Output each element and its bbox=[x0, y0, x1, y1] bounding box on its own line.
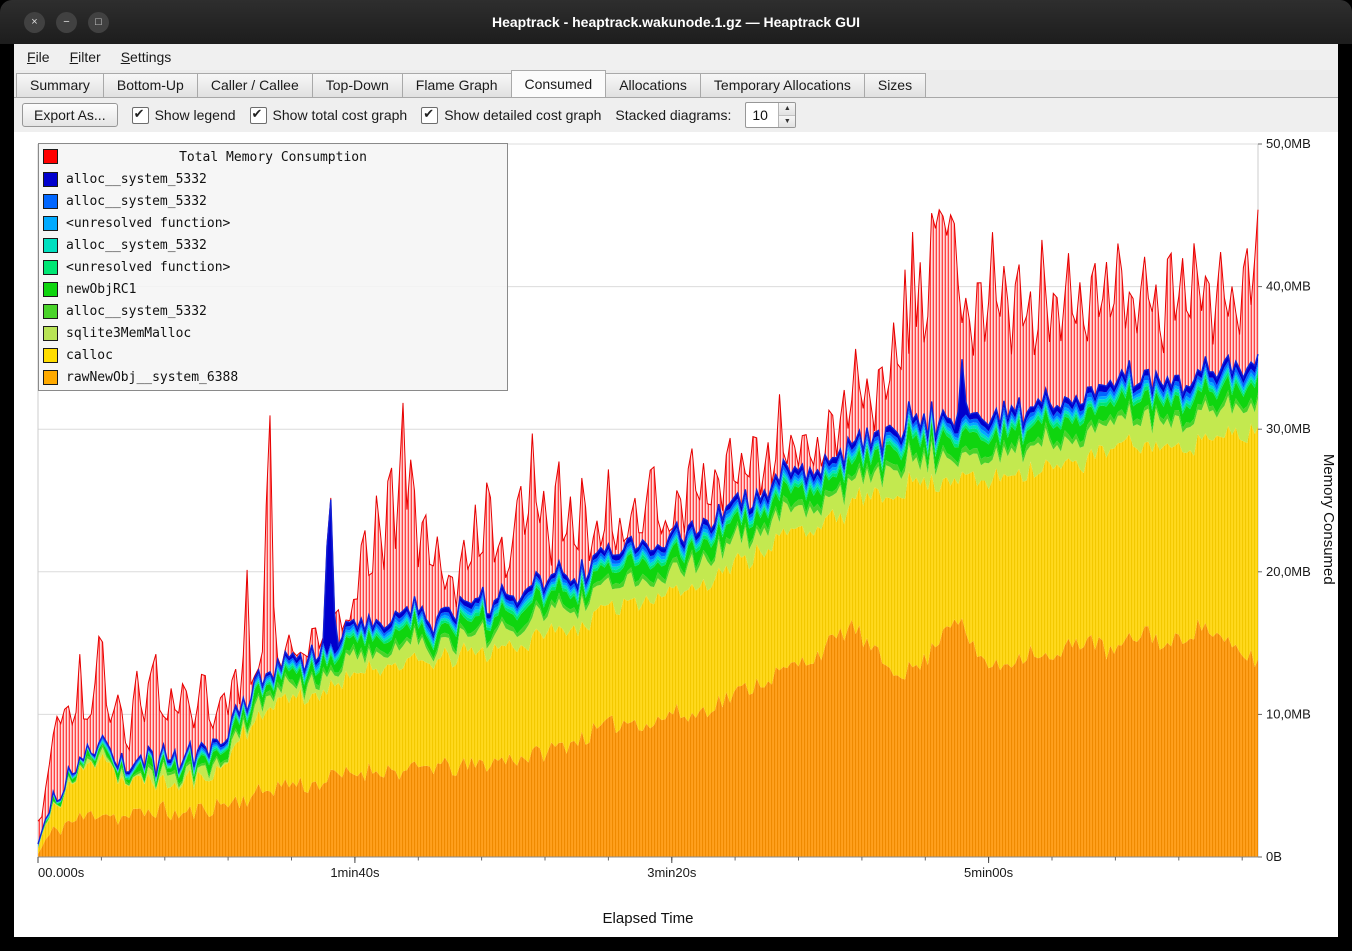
x-tick-label: 3min20s bbox=[647, 865, 697, 880]
checkbox-icon bbox=[132, 107, 149, 124]
checkbox-icon bbox=[421, 107, 438, 124]
menu-settings[interactable]: Settings bbox=[112, 47, 181, 67]
x-tick-label: 5min00s bbox=[964, 865, 1014, 880]
tab-bar: Summary Bottom-Up Caller / Callee Top-Do… bbox=[14, 70, 1338, 98]
export-as-button[interactable]: Export As... bbox=[22, 103, 118, 127]
legend-title-row: Total Memory Consumption bbox=[39, 146, 507, 168]
minimize-button[interactable]: − bbox=[56, 12, 77, 33]
consumed-chart-region: 00.000s 1min40s 3min20s 5min00s 0B 10,0MB 20,0… bbox=[14, 132, 1338, 937]
stacked-diagrams-spinner[interactable]: 10 ▲ ▼ bbox=[745, 102, 796, 128]
heaptrack-window: × − □ Heaptrack - heaptrack.wakunode.1.g… bbox=[0, 0, 1352, 951]
close-icon: × bbox=[31, 17, 37, 28]
legend-row: rawNewObj__system_6388 bbox=[39, 366, 507, 388]
legend-row: alloc__system_5332 bbox=[39, 168, 507, 190]
x-axis: 00.000s 1min40s 3min20s 5min00s bbox=[38, 857, 1258, 880]
legend-swatch bbox=[43, 348, 58, 363]
legend-swatch bbox=[43, 172, 58, 187]
y-tick-label: 40,0MB bbox=[1266, 279, 1311, 294]
legend-swatch bbox=[43, 216, 58, 231]
legend-label: rawNewObj__system_6388 bbox=[66, 370, 238, 385]
checkbox-label: Show legend bbox=[155, 107, 236, 123]
checkbox-show-total-cost-graph[interactable]: Show total cost graph bbox=[250, 107, 408, 124]
legend-swatch bbox=[43, 260, 58, 275]
legend-row: alloc__system_5332 bbox=[39, 190, 507, 212]
legend-label: <unresolved function> bbox=[66, 216, 230, 231]
tab-consumed[interactable]: Consumed bbox=[511, 70, 607, 97]
legend-swatch bbox=[43, 238, 58, 253]
tab-allocations[interactable]: Allocations bbox=[605, 73, 701, 97]
legend-label: alloc__system_5332 bbox=[66, 172, 207, 187]
maximize-icon: □ bbox=[95, 17, 102, 28]
tab-temporary-allocations[interactable]: Temporary Allocations bbox=[700, 73, 865, 97]
window-content: File Filter Settings Summary Bottom-Up C… bbox=[14, 44, 1338, 937]
legend-row: alloc__system_5332 bbox=[39, 300, 507, 322]
menu-filter[interactable]: Filter bbox=[61, 47, 110, 67]
menu-file[interactable]: File bbox=[18, 47, 59, 67]
tab-bottom-up[interactable]: Bottom-Up bbox=[103, 73, 198, 97]
legend-row: calloc bbox=[39, 344, 507, 366]
checkbox-label: Show total cost graph bbox=[273, 107, 408, 123]
x-axis-title: Elapsed Time bbox=[38, 910, 1258, 927]
legend-label: alloc__system_5332 bbox=[66, 304, 207, 319]
legend-swatch bbox=[43, 326, 58, 341]
spin-up-icon[interactable]: ▲ bbox=[779, 103, 795, 116]
legend-label: calloc bbox=[66, 348, 113, 363]
legend-swatch bbox=[43, 282, 58, 297]
x-tick-label: 1min40s bbox=[330, 865, 380, 880]
stacked-diagrams-value: 10 bbox=[746, 103, 778, 127]
tab-top-down[interactable]: Top-Down bbox=[312, 73, 403, 97]
legend-label: alloc__system_5332 bbox=[66, 194, 207, 209]
tab-sizes[interactable]: Sizes bbox=[864, 73, 926, 97]
legend-swatch bbox=[43, 149, 58, 164]
checkbox-show-detailed-cost-graph[interactable]: Show detailed cost graph bbox=[421, 107, 601, 124]
legend-swatch bbox=[43, 304, 58, 319]
tab-flame-graph[interactable]: Flame Graph bbox=[402, 73, 512, 97]
legend-row: <unresolved function> bbox=[39, 256, 507, 278]
y-tick-label: 20,0MB bbox=[1266, 564, 1311, 579]
menu-bar: File Filter Settings bbox=[14, 44, 1338, 70]
tab-caller-callee[interactable]: Caller / Callee bbox=[197, 73, 313, 97]
legend-label: sqlite3MemMalloc bbox=[66, 326, 191, 341]
legend-label: <unresolved function> bbox=[66, 260, 230, 275]
tab-summary[interactable]: Summary bbox=[16, 73, 104, 97]
window-controls: × − □ bbox=[24, 12, 109, 33]
minimize-icon: − bbox=[63, 17, 69, 28]
x-tick-label: 00.000s bbox=[38, 865, 85, 880]
spin-down-icon[interactable]: ▼ bbox=[779, 116, 795, 128]
y-tick-label: 10,0MB bbox=[1266, 706, 1311, 721]
legend-title: Total Memory Consumption bbox=[179, 150, 367, 165]
chart-legend: Total Memory Consumption alloc__system_5… bbox=[38, 143, 508, 391]
y-axis: 0B 10,0MB 20,0MB 30,0MB 40,0MB 50,0MB bbox=[1258, 136, 1311, 864]
maximize-button[interactable]: □ bbox=[88, 12, 109, 33]
legend-swatch bbox=[43, 194, 58, 209]
y-axis-title: Memory Consumed bbox=[1320, 453, 1337, 584]
legend-row: alloc__system_5332 bbox=[39, 234, 507, 256]
checkbox-icon bbox=[250, 107, 267, 124]
stacked-diagrams-label: Stacked diagrams: bbox=[615, 107, 731, 123]
close-button[interactable]: × bbox=[24, 12, 45, 33]
y-tick-label: 0B bbox=[1266, 849, 1282, 864]
legend-row: newObjRC1 bbox=[39, 278, 507, 300]
y-tick-label: 30,0MB bbox=[1266, 421, 1311, 436]
legend-swatch bbox=[43, 370, 58, 385]
title-bar: × − □ Heaptrack - heaptrack.wakunode.1.g… bbox=[0, 0, 1352, 44]
y-tick-label: 50,0MB bbox=[1266, 136, 1311, 151]
legend-label: newObjRC1 bbox=[66, 282, 136, 297]
checkbox-label: Show detailed cost graph bbox=[444, 107, 601, 123]
legend-label: alloc__system_5332 bbox=[66, 238, 207, 253]
legend-row: <unresolved function> bbox=[39, 212, 507, 234]
checkbox-show-legend[interactable]: Show legend bbox=[132, 107, 236, 124]
chart-toolbar: Export As... Show legend Show total cost… bbox=[14, 98, 1338, 132]
legend-row: sqlite3MemMalloc bbox=[39, 322, 507, 344]
window-title: Heaptrack - heaptrack.wakunode.1.gz — He… bbox=[492, 14, 860, 30]
